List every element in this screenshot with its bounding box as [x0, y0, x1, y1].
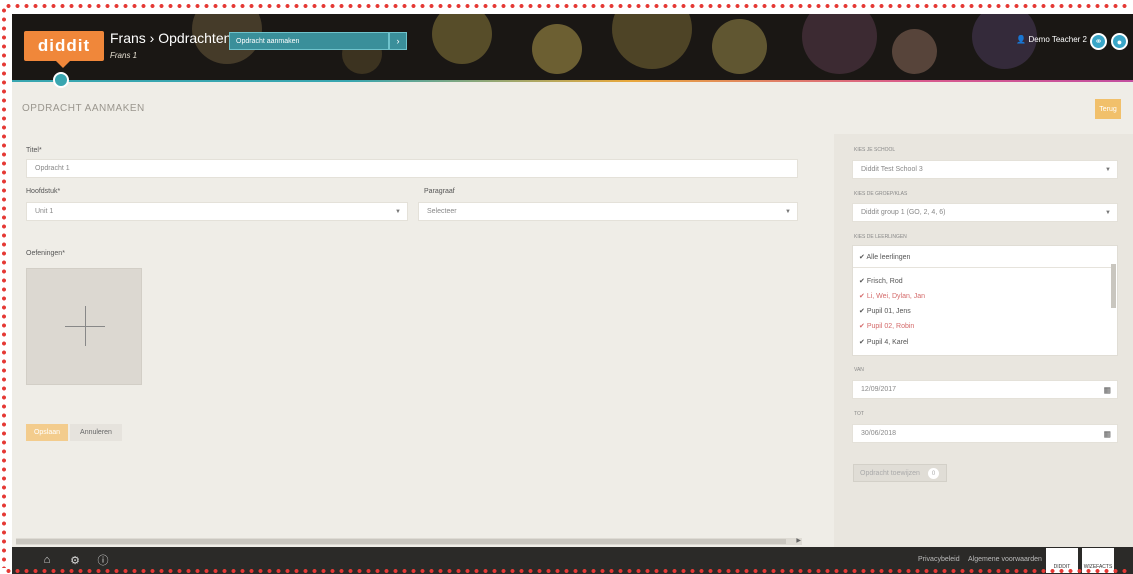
- scroll-right-arrow-icon[interactable]: ▶: [796, 537, 801, 544]
- to-label: TOT: [854, 411, 864, 417]
- chevron-down-icon: ▼: [1105, 209, 1111, 216]
- calendar-icon[interactable]: ▦: [1103, 429, 1111, 438]
- module-select[interactable]: Unit 1 ▼: [26, 202, 408, 221]
- logo-badge-icon: [53, 72, 69, 88]
- diddit-logo[interactable]: diddit: [24, 31, 104, 61]
- privacy-link[interactable]: Privacybeleid: [918, 556, 960, 563]
- scrollbar-thumb[interactable]: [16, 539, 786, 544]
- student-item[interactable]: ✔ Frisch, Rod: [859, 277, 903, 285]
- breadcrumb-subtitle: Frans 1: [110, 51, 138, 60]
- student-name: Li, Wei, Dylan, Jan: [866, 293, 926, 300]
- school-select[interactable]: Diddit Test School 3 ▼: [852, 160, 1118, 179]
- wizefacts-app-tile[interactable]: WIZEFACTS: [1082, 548, 1114, 573]
- assign-count-badge: 0: [928, 468, 939, 479]
- profile-icon[interactable]: ●: [1111, 33, 1128, 50]
- select-all-checkbox[interactable]: ✔ Alle leerlingen: [859, 253, 910, 261]
- from-date-value: 12/09/2017: [861, 386, 897, 393]
- logo-pointer: [56, 61, 70, 68]
- save-button[interactable]: Opslaan: [26, 424, 68, 441]
- title-input-value: Opdracht 1: [35, 165, 70, 172]
- check-icon: ✔: [859, 323, 865, 330]
- assign-button[interactable]: Opdracht toewijzen 0: [853, 464, 947, 482]
- gear-icon[interactable]: ⚙: [66, 551, 84, 569]
- school-label: KIES JE SCHOOL: [854, 147, 896, 153]
- back-button[interactable]: Terug: [1095, 99, 1121, 119]
- from-date-input[interactable]: 12/09/2017 ▦: [852, 380, 1118, 399]
- check-icon: ✔: [859, 254, 865, 261]
- students-label: KIES DE LEERLINGEN: [854, 234, 907, 240]
- exercises-label: Oefeningen*: [26, 250, 65, 257]
- list-divider: [853, 267, 1111, 268]
- from-label: VAN: [854, 367, 864, 373]
- calendar-icon[interactable]: ▦: [1103, 385, 1111, 394]
- breadcrumb-current-input[interactable]: Opdracht aanmaken: [229, 32, 389, 50]
- breadcrumb[interactable]: Frans › Opdrachten ›: [110, 30, 240, 46]
- user-menu[interactable]: 👤 Demo Teacher 2: [1016, 35, 1087, 44]
- student-item[interactable]: ✔ Pupil 4, Karel: [859, 338, 908, 346]
- breadcrumb-dropdown-button[interactable]: ›: [389, 32, 407, 50]
- terms-link[interactable]: Algemene voorwaarden: [968, 556, 1042, 563]
- select-all-label: Alle leerlingen: [866, 254, 911, 261]
- header-stripe: [12, 80, 1133, 82]
- student-list-scrollbar[interactable]: [1111, 264, 1116, 308]
- to-date-input[interactable]: 30/06/2018 ▦: [852, 424, 1118, 443]
- group-select[interactable]: Diddit group 1 (GO, 2, 4, 6) ▼: [852, 203, 1118, 222]
- school-select-value: Diddit Test School 3: [861, 166, 923, 173]
- paragraph-select-value: Selecteer: [427, 208, 457, 215]
- page-title: OPDRACHT AANMAKEN: [22, 103, 145, 114]
- student-name: Pupil 4, Karel: [866, 339, 909, 346]
- user-name: Demo Teacher 2: [1028, 35, 1087, 44]
- student-name: Pupil 02, Robin: [866, 323, 915, 330]
- module-select-value: Unit 1: [35, 208, 54, 215]
- chevron-down-icon: ▼: [785, 208, 791, 215]
- paragraph-label: Paragraaf: [424, 188, 455, 195]
- chevron-down-icon: ▼: [395, 208, 401, 215]
- header: diddit Frans › Opdrachten › Frans 1 Opdr…: [12, 14, 1133, 82]
- student-list[interactable]: ✔ Alle leerlingen ✔ Frisch, Rod ✔ Li, We…: [852, 245, 1118, 356]
- paragraph-select[interactable]: Selecteer ▼: [418, 202, 798, 221]
- group-label: KIES DE GROEP/KLAS: [854, 191, 908, 197]
- group-select-value: Diddit group 1 (GO, 2, 4, 6): [861, 209, 946, 216]
- check-icon: ✔: [859, 308, 865, 315]
- chevron-down-icon: ▼: [1105, 166, 1111, 173]
- title-input[interactable]: Opdracht 1: [26, 159, 798, 178]
- add-exercise-button[interactable]: [26, 268, 142, 385]
- link-icon[interactable]: ⚭: [1090, 33, 1107, 50]
- title-label: Titel*: [26, 147, 42, 154]
- check-icon: ✔: [859, 278, 865, 285]
- app-window: diddit Frans › Opdrachten › Frans 1 Opdr…: [12, 14, 1133, 574]
- diddit-app-tile[interactable]: DIDDIT: [1046, 548, 1078, 573]
- plus-icon-vertical: [85, 306, 86, 346]
- help-icon[interactable]: ⓘ: [94, 551, 112, 569]
- student-name: Frisch, Rod: [866, 278, 903, 285]
- module-label: Hoofdstuk*: [26, 188, 61, 195]
- student-item[interactable]: ✔ Pupil 01, Jens: [859, 307, 911, 315]
- horizontal-scrollbar[interactable]: ▶: [16, 538, 802, 545]
- cancel-button[interactable]: Annuleren: [70, 424, 122, 441]
- check-icon: ✔: [859, 293, 865, 300]
- footer: ⌂ ⚙ ⓘ Privacybeleid Algemene voorwaarden…: [12, 547, 1133, 574]
- home-icon[interactable]: ⌂: [38, 551, 56, 569]
- user-icon: 👤: [1016, 35, 1027, 44]
- student-name: Pupil 01, Jens: [866, 308, 911, 315]
- assign-button-label: Opdracht toewijzen: [860, 469, 920, 477]
- student-item[interactable]: ✔ Pupil 02, Robin: [859, 322, 914, 330]
- check-icon: ✔: [859, 339, 865, 346]
- student-item[interactable]: ✔ Li, Wei, Dylan, Jan: [859, 292, 925, 300]
- to-date-value: 30/06/2018: [861, 430, 897, 437]
